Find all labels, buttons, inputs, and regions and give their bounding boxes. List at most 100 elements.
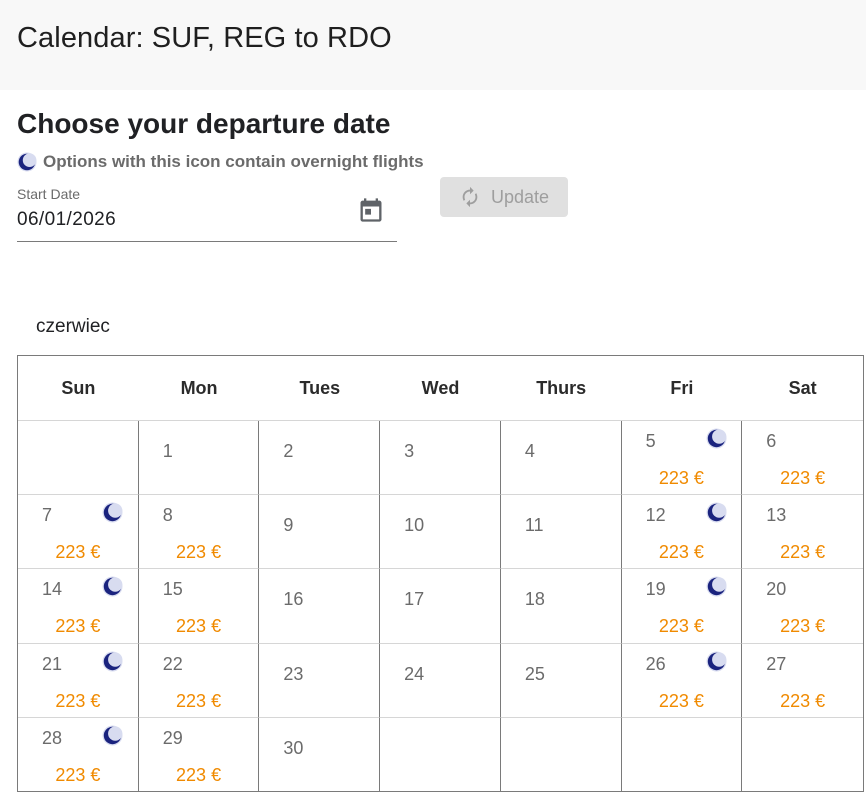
section-heading: Choose your departure date [17,108,391,139]
weekday-label: Sun [61,377,96,398]
start-date-value[interactable]: 06/01/2026 [17,209,116,231]
calendar-empty-cell [18,421,139,496]
update-button-label: Update [490,186,550,207]
calendar-day-cell[interactable]: 20 223 € [742,569,863,644]
calendar-day-cell[interactable]: 6 223 € [742,421,863,496]
calendar-icon[interactable] [357,196,385,224]
calendar-day-cell[interactable]: 23 [259,643,381,718]
moon-icon [706,502,727,523]
calendar-day-cell[interactable]: 15 223 € [138,569,260,644]
day-number: 21 [42,653,63,674]
moon-icon [102,725,123,746]
moon-icon [706,428,727,449]
day-number: 20 [766,579,787,600]
calendar-day-cell[interactable]: 12 223 € [621,495,743,570]
day-number: 1 [162,441,173,461]
calendar-day-cell[interactable]: 18 [500,569,622,644]
month-label: czerwiec [36,316,110,337]
calendar-day-cell[interactable]: 19 223 € [621,569,743,644]
day-price: 223 € [176,616,222,637]
day-number: 23 [283,663,304,684]
day-number: 27 [766,653,787,674]
day-price: 223 € [780,542,826,563]
day-price: 223 € [55,542,101,563]
calendar-day-cell[interactable]: 1 [138,421,260,496]
calendar-day-cell[interactable]: 29 223 € [139,717,260,792]
day-number: 11 [524,515,544,536]
calendar-day-cell[interactable]: 11 [500,495,622,570]
calendar-day-cell[interactable]: 13 223 € [742,495,863,570]
overnight-legend: Options with this icon contain overnight… [17,152,424,172]
calendar-empty-cell [501,717,622,792]
calendar-day-cell[interactable]: 4 [500,421,622,496]
day-number: 17 [404,589,425,610]
day-price: 223 € [780,616,826,637]
calendar-day-cell[interactable]: 17 [380,569,501,644]
day-number: 12 [645,505,666,526]
calendar-day-cell[interactable]: 21 223 € [18,643,139,718]
calendar-day-cell[interactable]: 7 223 € [18,495,139,570]
moon-icon [102,502,123,523]
calendar-day-cell[interactable]: 22 223 € [138,643,260,718]
calendar-empty-cell [622,717,743,792]
day-number: 7 [42,505,53,526]
weekday-label: Fri [670,377,694,398]
day-price: 223 € [658,468,704,488]
page-title: Calendar: SUF, REG to RDO [17,22,392,54]
day-number: 30 [283,737,304,758]
calendar-day-cell[interactable]: 10 [380,495,501,570]
calendar-day-cell[interactable]: 24 [380,643,501,718]
calendar-day-cell[interactable]: 8 223 € [138,495,260,570]
day-number: 19 [645,579,666,600]
day-number: 22 [162,653,183,674]
day-number: 14 [42,579,63,600]
day-number: 3 [404,441,415,461]
day-number: 2 [283,441,294,461]
day-number: 24 [404,663,425,684]
calendar-empty-cell [742,718,863,792]
weekday-label: Thurs [536,377,587,398]
update-button[interactable]: Update [440,177,568,217]
day-number: 13 [766,505,787,526]
weekday-label: Tues [299,377,341,398]
weekday-label: Sat [788,377,817,398]
calendar-day-cell[interactable]: 14 223 € [18,569,139,644]
calendar-day-cell[interactable]: 26 223 € [621,643,743,718]
start-date-field[interactable]: Start Date 06/01/2026 [17,184,397,242]
day-number: 6 [766,431,777,451]
moon-icon [102,576,123,597]
day-number: 4 [524,441,535,461]
day-price: 223 € [780,690,826,711]
weekday-header: Sun Mon Tues Wed Thurs Fri Sat [18,356,863,421]
day-price: 223 € [780,468,826,488]
day-price: 223 € [176,542,222,563]
day-number: 10 [404,515,425,536]
day-price: 223 € [176,690,222,711]
moon-icon [706,576,727,597]
calendar-day-cell[interactable]: 27 223 € [742,644,863,718]
overnight-legend-text: Options with this icon contain overnight… [43,152,424,171]
calendar-day-cell[interactable]: 9 [259,495,381,570]
moon-icon [706,651,727,672]
day-number: 26 [645,653,666,674]
day-price: 223 € [55,764,101,785]
start-date-label: Start Date [17,186,81,202]
weekday-label: Mon [180,377,218,398]
calendar-day-cell[interactable]: 25 [500,643,622,718]
calendar-day-cell[interactable]: 3 [380,421,501,496]
weekday-label: Wed [421,377,460,398]
calendar-day-cell[interactable]: 2 [259,421,381,496]
calendar-grid: Sun Mon Tues Wed Thurs Fri Sat 1 2 3 4 5 223 … [17,355,864,792]
calendar-day-cell[interactable]: 30 [259,717,381,792]
calendar-day-cell[interactable]: 28 223 € [18,717,139,792]
day-price: 223 € [658,542,704,563]
day-number: 9 [283,515,294,536]
calendar-day-cell[interactable]: 16 [259,569,381,644]
day-price: 223 € [176,764,222,785]
day-number: 5 [645,431,656,451]
refresh-icon [462,186,478,208]
day-number: 29 [162,727,183,748]
day-price: 223 € [55,616,101,637]
day-price: 223 € [658,616,704,637]
calendar-day-cell[interactable]: 5 223 € [621,421,743,496]
